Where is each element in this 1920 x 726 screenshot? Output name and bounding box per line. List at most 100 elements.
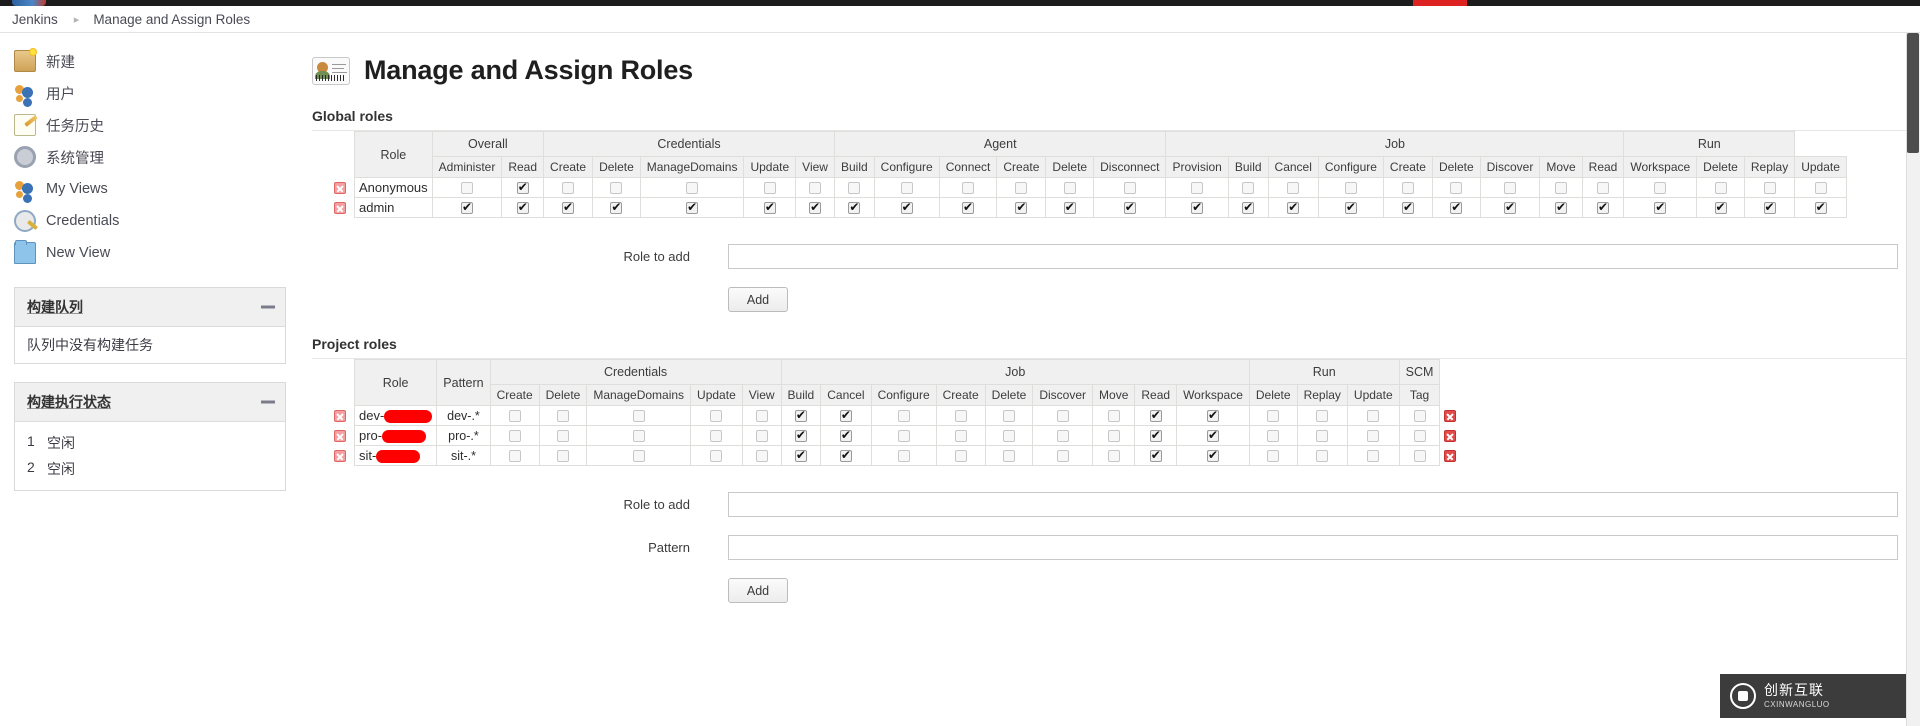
permission-checkbox[interactable] (839, 408, 852, 423)
page-scrollbar[interactable] (1906, 33, 1920, 726)
permission-checkbox[interactable] (1597, 182, 1610, 195)
permission-cell[interactable] (1227, 197, 1269, 218)
permission-checkbox[interactable] (1149, 428, 1162, 443)
permission-checkbox[interactable] (954, 410, 967, 423)
permission-checkbox[interactable] (1654, 182, 1667, 195)
delete-role-icon[interactable] (334, 450, 346, 463)
permission-checkbox[interactable] (900, 182, 913, 195)
permission-cell[interactable] (1165, 177, 1229, 198)
permission-checkbox[interactable] (897, 430, 910, 443)
permission-checkbox[interactable] (763, 200, 776, 215)
permission-checkbox[interactable] (632, 450, 645, 463)
permission-cell[interactable] (1794, 197, 1847, 218)
delete-role-icon[interactable] (334, 202, 346, 215)
permission-cell[interactable] (1317, 197, 1384, 218)
permission-checkbox[interactable] (1063, 182, 1076, 195)
permission-cell[interactable] (1581, 177, 1625, 198)
permission-checkbox[interactable] (839, 448, 852, 463)
permission-cell[interactable] (543, 177, 594, 198)
permission-checkbox[interactable] (1056, 450, 1069, 463)
permission-checkbox[interactable] (610, 200, 623, 215)
permission-cell[interactable] (501, 177, 545, 198)
permission-checkbox[interactable] (1401, 200, 1414, 215)
sidebar-item-new-item[interactable]: 新建 (14, 45, 300, 77)
permission-checkbox[interactable] (1191, 200, 1204, 215)
permission-checkbox[interactable] (1206, 448, 1219, 463)
breadcrumb-jenkins-link[interactable]: Jenkins (12, 12, 58, 27)
permission-checkbox[interactable] (556, 450, 569, 463)
permission-checkbox[interactable] (686, 182, 699, 195)
permission-cell[interactable] (1431, 177, 1481, 198)
permission-cell[interactable] (1623, 197, 1698, 218)
permission-checkbox[interactable] (1107, 450, 1120, 463)
permission-cell[interactable] (1092, 445, 1136, 466)
permission-checkbox[interactable] (839, 428, 852, 443)
permission-cell[interactable] (1317, 177, 1384, 198)
permission-cell[interactable] (1165, 197, 1229, 218)
permission-cell[interactable] (1794, 177, 1847, 198)
permission-checkbox[interactable] (1344, 182, 1357, 195)
permission-cell[interactable] (1248, 445, 1298, 466)
permission-cell[interactable] (586, 405, 692, 426)
delete-role-icon[interactable] (334, 430, 346, 443)
sidebar-item-new-view[interactable]: New View (14, 237, 300, 269)
permission-checkbox[interactable] (610, 182, 623, 195)
permission-checkbox[interactable] (1149, 408, 1162, 423)
permission-checkbox[interactable] (632, 410, 645, 423)
permission-checkbox[interactable] (1123, 200, 1136, 215)
permission-cell[interactable] (1539, 197, 1583, 218)
permission-checkbox[interactable] (1450, 200, 1463, 215)
permission-checkbox[interactable] (1015, 200, 1028, 215)
permission-checkbox[interactable] (954, 430, 967, 443)
permission-checkbox[interactable] (1191, 182, 1204, 195)
permission-cell[interactable] (1296, 425, 1348, 446)
permission-cell[interactable] (935, 405, 986, 426)
delete-role-icon[interactable] (334, 410, 346, 423)
permission-checkbox[interactable] (1367, 410, 1380, 423)
permission-checkbox[interactable] (1003, 410, 1015, 423)
permission-cell[interactable] (1227, 177, 1269, 198)
permission-cell[interactable] (870, 405, 937, 426)
permission-cell[interactable] (996, 177, 1047, 198)
permission-cell[interactable] (795, 197, 835, 218)
sidebar-item-manage-jenkins[interactable]: 系统管理 (14, 141, 300, 173)
permission-checkbox[interactable] (1206, 408, 1219, 423)
permission-checkbox[interactable] (954, 450, 967, 463)
permission-checkbox[interactable] (848, 182, 861, 195)
permission-checkbox[interactable] (809, 182, 822, 195)
permission-cell[interactable] (996, 197, 1047, 218)
permission-checkbox[interactable] (1654, 200, 1667, 215)
permission-checkbox[interactable] (461, 200, 473, 215)
permission-cell[interactable] (873, 177, 940, 198)
permission-checkbox[interactable] (1056, 430, 1069, 443)
permission-checkbox[interactable] (1267, 450, 1280, 463)
permission-cell[interactable] (833, 177, 875, 198)
permission-cell[interactable] (820, 425, 872, 446)
scrollbar-thumb[interactable] (1907, 33, 1919, 153)
permission-cell[interactable] (1346, 425, 1400, 446)
sidebar-item-my-views[interactable]: My Views (14, 173, 300, 205)
permission-checkbox[interactable] (1450, 182, 1463, 195)
permission-checkbox[interactable] (1316, 410, 1329, 423)
permission-cell[interactable] (820, 405, 872, 426)
permission-checkbox[interactable] (1242, 200, 1255, 215)
permission-cell[interactable] (586, 425, 692, 446)
permission-cell[interactable] (780, 445, 822, 466)
permission-cell[interactable] (1696, 197, 1745, 218)
permission-cell[interactable] (1045, 197, 1095, 218)
permission-checkbox[interactable] (897, 410, 910, 423)
permission-checkbox[interactable] (900, 200, 913, 215)
permission-cell[interactable] (501, 197, 545, 218)
permission-cell[interactable] (820, 445, 872, 466)
permission-checkbox[interactable] (1367, 450, 1380, 463)
permission-checkbox[interactable] (461, 182, 473, 195)
delete-role-icon-tail[interactable] (1444, 430, 1457, 443)
permission-cell[interactable] (1176, 405, 1250, 426)
permission-checkbox[interactable] (794, 408, 807, 423)
permission-cell[interactable] (1092, 405, 1136, 426)
sidebar-item-build-history[interactable]: 任务历史 (14, 109, 300, 141)
permission-cell[interactable] (938, 177, 998, 198)
permission-cell[interactable] (870, 445, 937, 466)
permission-cell[interactable] (1743, 177, 1796, 198)
permission-cell[interactable] (690, 425, 743, 446)
